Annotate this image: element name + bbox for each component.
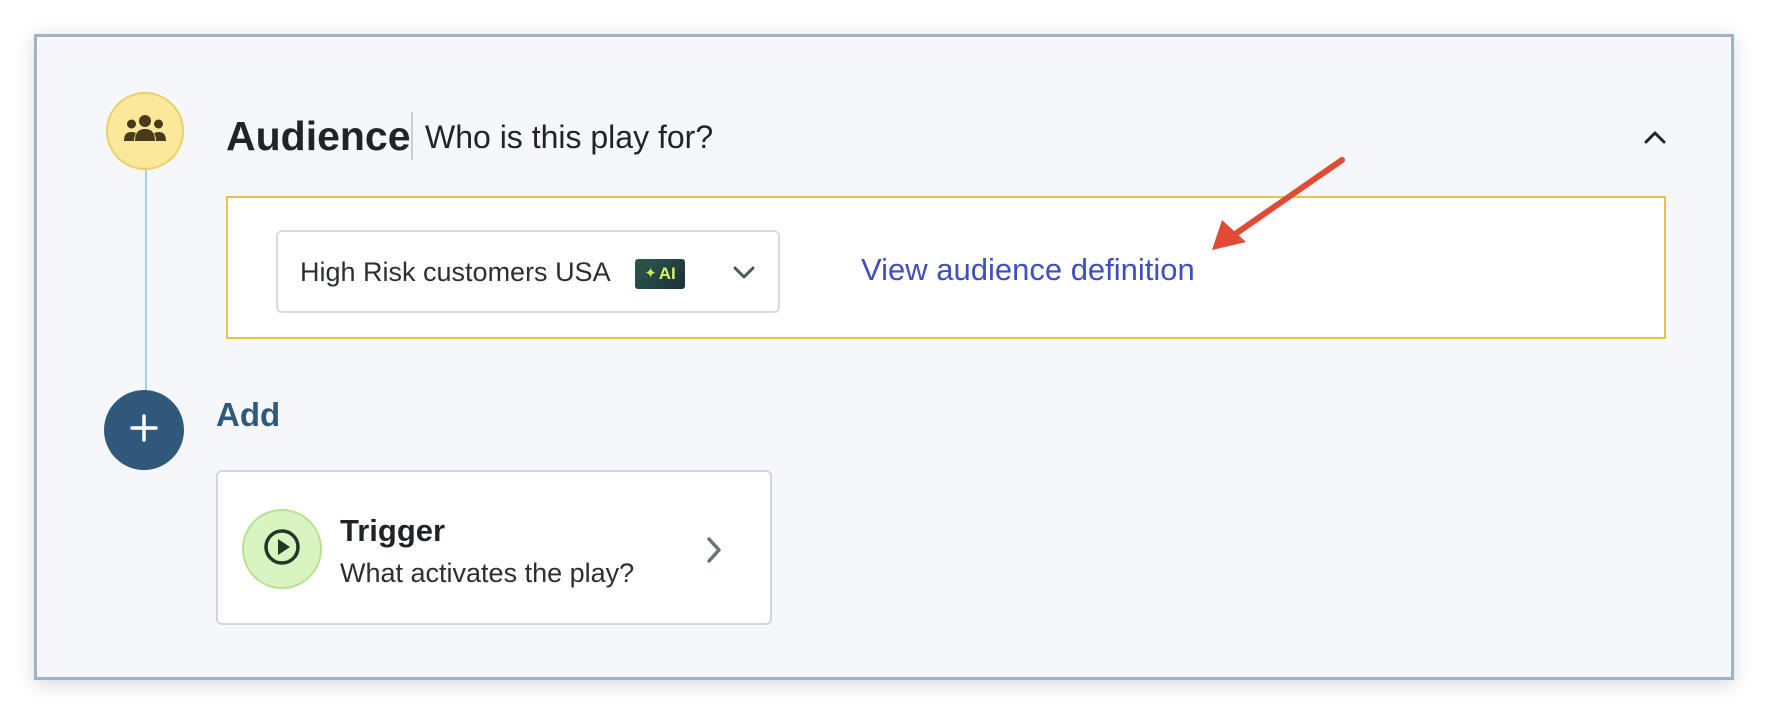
chevron-right-icon — [702, 534, 726, 566]
collapse-section-button[interactable] — [1640, 124, 1670, 154]
timeline-connector — [145, 170, 147, 420]
audience-dropdown-value: High Risk customers USA — [300, 257, 611, 287]
chevron-up-icon — [1643, 129, 1667, 150]
audience-step-subtitle: Who is this play for? — [425, 119, 714, 155]
ai-badge: ✦ AI — [635, 259, 685, 289]
add-step-label[interactable]: Add — [216, 394, 280, 436]
sparkle-icon: ✦ — [644, 265, 657, 282]
audience-step-marker — [106, 92, 184, 170]
chevron-down-icon — [730, 260, 758, 286]
plus-icon — [129, 413, 159, 448]
people-group-icon — [123, 114, 167, 149]
trigger-title: Trigger — [340, 513, 446, 548]
annotation-arrow-icon — [1212, 157, 1345, 250]
play-circle-icon — [262, 527, 302, 572]
audience-step-title: Audience — [226, 113, 411, 159]
audience-dropdown[interactable]: High Risk customers USA ✦ AI — [276, 230, 780, 313]
trigger-option-card[interactable]: Trigger What activates the play? — [216, 470, 772, 625]
ai-badge-label: AI — [658, 264, 676, 283]
title-divider — [411, 112, 413, 160]
trigger-description: What activates the play? — [340, 558, 635, 588]
trigger-icon-container — [242, 509, 322, 589]
view-audience-definition-link[interactable]: View audience definition — [861, 251, 1195, 289]
add-step-button[interactable] — [104, 390, 184, 470]
